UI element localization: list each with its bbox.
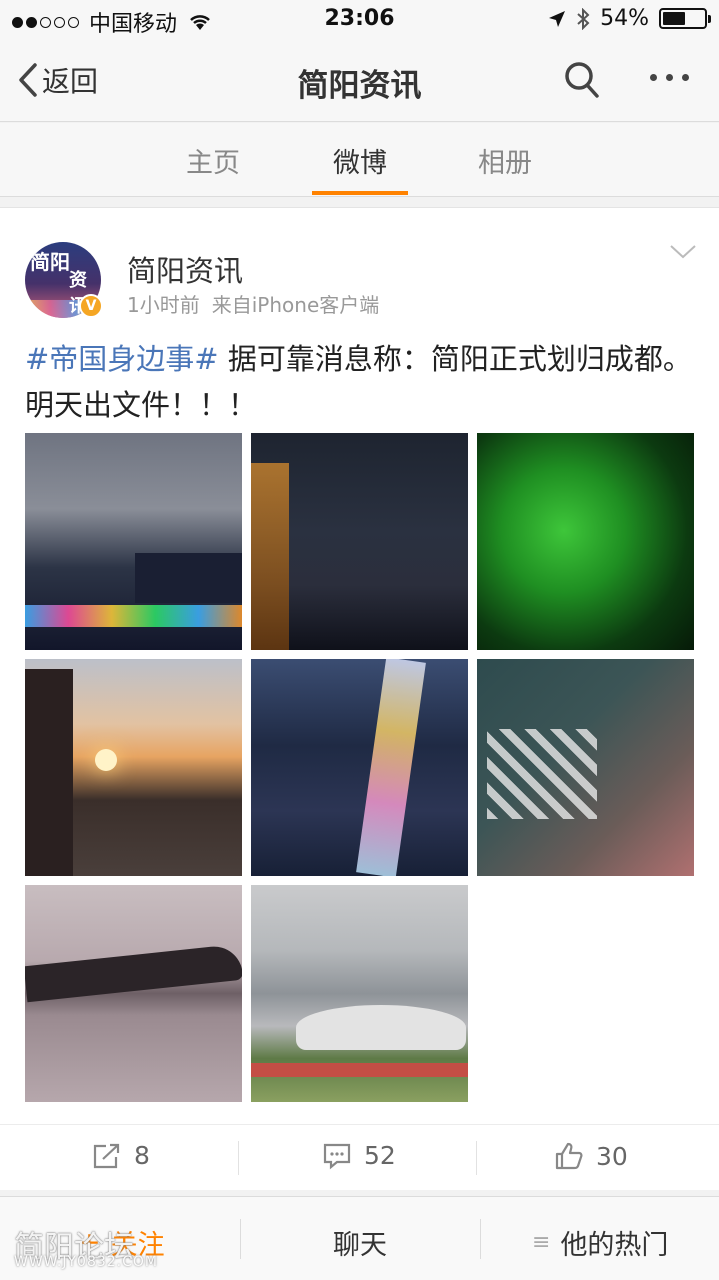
battery-icon — [659, 8, 711, 29]
post-text: #帝国身边事# 据可靠消息称：简阳正式划归成都。明天出文件！！！ — [25, 336, 700, 428]
battery-percent: 54% — [600, 6, 649, 31]
list-icon: ≡ — [532, 1230, 551, 1255]
photo-dusk-skyline[interactable] — [251, 433, 468, 650]
post-card: 简阳 资讯 V 简阳资讯 1小时前 来自iPhone客户端 #帝国身边事# 据可… — [0, 207, 719, 1190]
photo-aerial-night-street[interactable] — [251, 659, 468, 876]
search-button[interactable] — [563, 60, 601, 104]
page-title: 简阳资讯 — [297, 68, 422, 104]
post-actions: 8 52 30 — [0, 1124, 719, 1190]
post-hashtag[interactable]: #帝国身边事# — [25, 342, 219, 376]
photo-stadium-city[interactable] — [251, 885, 468, 1102]
photo-misty-river[interactable] — [25, 885, 242, 1102]
more-icon — [650, 74, 657, 81]
post-meta: 1小时前 来自iPhone客户端 — [127, 289, 379, 318]
back-button[interactable]: 返回 — [18, 60, 98, 100]
chevron-down-icon — [670, 245, 696, 259]
watermark-url: WWW.JY0832.COM — [14, 1254, 159, 1270]
nav-bar: 返回 简阳资讯 — [0, 40, 719, 122]
comment-icon — [323, 1143, 351, 1169]
hot-posts-label: 他的热门 — [560, 1230, 669, 1261]
search-icon — [565, 62, 599, 98]
repost-count: 8 — [134, 1141, 150, 1170]
active-tab-indicator — [312, 191, 408, 195]
repost-icon — [93, 1143, 120, 1168]
photo-aerial-crosswalk[interactable] — [477, 659, 694, 876]
back-label: 返回 — [42, 65, 99, 98]
chevron-left-icon — [19, 63, 37, 97]
profile-tabs: 主页 微博 相册 — [0, 123, 719, 197]
like-count: 30 — [596, 1141, 628, 1171]
hot-posts-button[interactable]: ≡ 他的热门 — [532, 1223, 668, 1262]
like-button[interactable]: 30 — [554, 1141, 628, 1171]
more-button[interactable] — [650, 74, 689, 81]
comment-count: 52 — [364, 1141, 396, 1170]
location-arrow-icon — [549, 10, 566, 27]
chat-button[interactable]: 聊天 — [333, 1223, 387, 1262]
tab-album[interactable]: 相册 — [450, 141, 560, 180]
repost-button[interactable]: 8 — [92, 1141, 150, 1170]
photo-river-bridge-night[interactable] — [25, 433, 242, 650]
status-bar: 中国移动 23:06 54% — [0, 0, 719, 40]
tab-home[interactable]: 主页 — [158, 141, 268, 180]
bluetooth-icon — [577, 7, 590, 30]
verified-badge-icon: V — [79, 294, 103, 318]
post-author[interactable]: 简阳资讯 — [127, 248, 243, 290]
avatar-logo-text: 简阳 — [30, 250, 70, 274]
post-source: 来自iPhone客户端 — [211, 293, 380, 317]
battery-fill — [663, 12, 685, 25]
post-time: 1小时前 — [127, 293, 200, 317]
photo-green-lit-tree[interactable] — [477, 433, 694, 650]
comment-button[interactable]: 52 — [322, 1141, 396, 1170]
status-right: 54% — [548, 6, 711, 31]
photo-sunset-river[interactable] — [25, 659, 242, 876]
post-menu-button[interactable] — [669, 244, 697, 264]
thumbs-up-icon — [555, 1142, 583, 1170]
chat-label: 聊天 — [333, 1230, 387, 1261]
tab-weibo[interactable]: 微博 — [305, 141, 415, 180]
